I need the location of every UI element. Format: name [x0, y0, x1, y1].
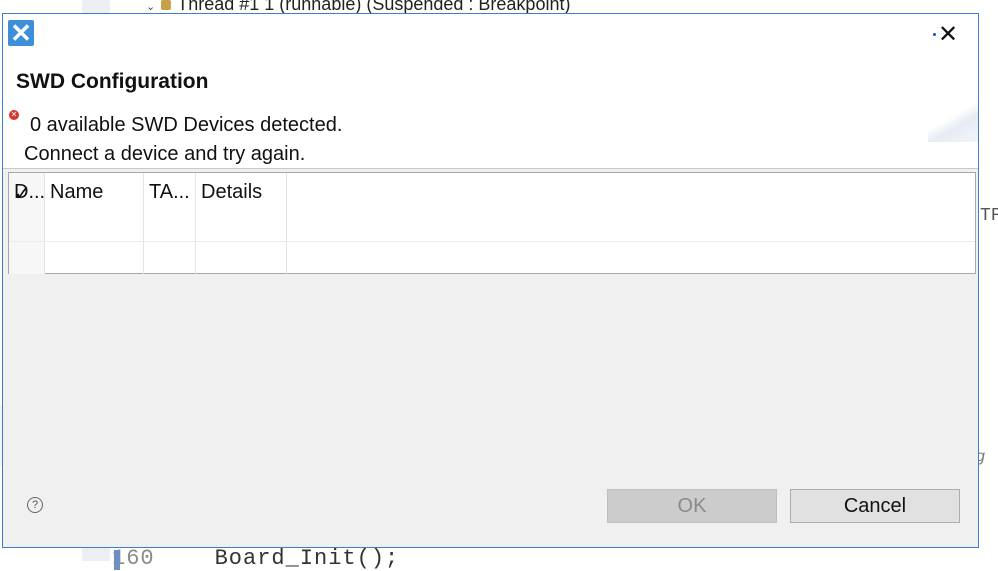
code-text: Board_Init();: [214, 546, 400, 571]
cancel-button[interactable]: Cancel: [790, 489, 960, 523]
empty-table-row: [9, 241, 975, 274]
ok-button[interactable]: OK: [607, 489, 777, 523]
title-bar[interactable]: ✕ ✕: [3, 14, 978, 62]
error-hint: Connect a device and try again.: [24, 143, 306, 165]
close-button[interactable]: ✕: [933, 20, 963, 48]
column-label: TA...: [149, 181, 190, 203]
page-title: SWD Configuration: [16, 70, 209, 93]
header-decoration: [928, 102, 978, 142]
code-line: 160 Board_Init();: [112, 546, 399, 571]
swd-configuration-dialog: ✕ ✕ SWD Configuration ✕ 0 available SWD …: [2, 13, 979, 548]
code-fragment: TF: [980, 206, 998, 226]
breakpoint-marker: [114, 550, 120, 570]
column-label: Name: [50, 181, 104, 203]
column-header-d[interactable]: ✓ D...: [9, 173, 45, 241]
table-cell: [144, 242, 196, 274]
dialog-header: SWD Configuration ✕ 0 available SWD Devi…: [3, 62, 978, 168]
column-header-name[interactable]: Name: [45, 173, 144, 241]
header-separator: [3, 168, 978, 169]
help-icon[interactable]: ?: [27, 497, 43, 513]
error-icon: ✕: [9, 110, 19, 120]
column-header-details[interactable]: Details: [196, 173, 287, 241]
app-logo-icon: ✕: [8, 20, 34, 46]
thread-icon: [161, 0, 172, 11]
column-header-ta[interactable]: TA...: [144, 173, 196, 241]
table-cell: [196, 242, 287, 274]
column-label: D...: [14, 181, 46, 203]
error-message: 0 available SWD Devices detected.: [30, 114, 343, 136]
column-label: Details: [201, 181, 263, 203]
chevron-down-icon[interactable]: ⌄: [146, 1, 155, 13]
thread-label: Thread #1 1 (runnable) (Suspended : Brea…: [177, 0, 571, 14]
device-table[interactable]: ✓ D... Name TA... Details: [8, 172, 976, 274]
table-cell: [9, 242, 45, 274]
table-cell: [45, 242, 144, 274]
